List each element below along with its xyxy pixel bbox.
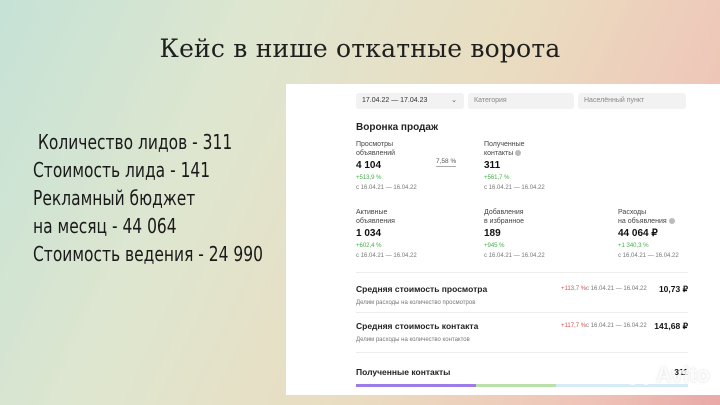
date-range-value: 17.04.22 — 17.04.23 <box>362 97 428 104</box>
metric-label: объявления <box>356 218 395 225</box>
row-change: +113,7 % <box>561 286 587 292</box>
row-title: Средняя стоимость просмотра <box>356 284 488 294</box>
bar-segment <box>476 384 556 387</box>
metric-label: Просмотры <box>356 141 393 148</box>
metric-label: объявлений <box>356 150 396 157</box>
funnel-title: Воронка продаж <box>356 122 439 133</box>
metric-period: с 16.04.21 — 16.04.22 <box>484 253 545 259</box>
metric-value: 4 104 <box>356 160 382 171</box>
watermark-text: Avito <box>655 362 710 387</box>
date-range-select[interactable]: 17.04.22 — 17.04.23 ⌄ <box>356 93 464 109</box>
chevron-down-icon: ⌄ <box>451 97 457 104</box>
row-subtitle: Делим расходы на количество просмотров <box>356 300 476 306</box>
divider <box>356 352 688 353</box>
slide-title: Кейс в нише откатные ворота <box>159 34 561 63</box>
divider <box>356 312 688 313</box>
metric-label: Активные <box>356 209 388 216</box>
help-icon[interactable] <box>668 218 675 225</box>
metric-change: +1 340,3 % <box>618 243 649 249</box>
metric-label: Расходы <box>618 209 647 216</box>
avito-logo-icon <box>626 364 653 386</box>
fact-budget-line2: на месяц - 44 064 <box>33 214 177 238</box>
divider <box>356 272 688 273</box>
metric-period: с 16.04.21 — 16.04.22 <box>484 185 545 191</box>
metric-label: контакты <box>484 149 545 158</box>
metric-contacts: Полученные контакты 311 +561,7 % с 16.04… <box>484 140 545 193</box>
category-select[interactable]: Категория <box>468 93 574 109</box>
metric-change: +561,7 % <box>484 175 510 181</box>
metric-period: с 16.04.21 — 16.04.22 <box>356 253 417 259</box>
row-period: с 16.04.21 — 16.04.22 <box>586 323 647 329</box>
metric-value: 1 034 <box>356 228 382 239</box>
location-select[interactable]: Населённый пункт <box>578 93 686 109</box>
metric-value: 311 <box>484 160 501 171</box>
fact-leads: Количество лидов - 311 <box>33 130 233 154</box>
metric-label: Полученные <box>484 141 525 148</box>
row-period: с 16.04.21 — 16.04.22 <box>586 286 647 292</box>
metric-value: 44 064 ₽ <box>618 228 658 239</box>
metric-period: с 16.04.21 — 16.04.22 <box>356 185 417 191</box>
help-icon[interactable] <box>515 150 522 157</box>
facts-list: Количество лидов - 311 Стоимость лида - … <box>33 128 263 268</box>
metric-period: с 16.04.21 — 16.04.22 <box>618 253 679 259</box>
metric-label: Добавления <box>484 209 524 216</box>
fact-budget-line1: Рекламный бюджет <box>33 186 196 210</box>
bar-segment <box>356 384 476 387</box>
row-value: 141,68 ₽ <box>654 321 688 331</box>
metric-label: на объявления <box>618 217 679 226</box>
avito-watermark: Avito <box>626 362 710 388</box>
metric-change: +602,4 % <box>356 243 382 249</box>
metric-value: 189 <box>484 228 501 239</box>
metric-views: Просмотры объявлений 4 104 +513,9 % с 16… <box>356 140 417 193</box>
row-value: 10,73 ₽ <box>658 284 688 294</box>
row-title: Полученные контакты <box>356 367 451 377</box>
conversion-rate: 7,58 % <box>436 158 457 167</box>
metric-expenses: Расходы на объявления 44 064 ₽ +1 340,3 … <box>618 208 679 261</box>
metric-favorites: Добавления в избранное 189 +945 % с 16.0… <box>484 208 545 261</box>
row-title: Средняя стоимость контакта <box>356 321 479 331</box>
stats-panel: 17.04.22 — 17.04.23 ⌄ Категория Населённ… <box>286 84 720 395</box>
fact-management-cost: Стоимость ведения - 24 990 <box>33 242 263 266</box>
fact-lead-cost: Стоимость лида - 141 <box>33 158 211 182</box>
metric-label: в избранное <box>484 218 525 225</box>
row-subtitle: Делим расходы на количество контактов <box>356 337 470 343</box>
row-change: +117,7 % <box>561 323 587 329</box>
metric-active: Активные объявления 1 034 +602,4 % с 16.… <box>356 208 417 261</box>
metric-change: +945 % <box>484 243 505 249</box>
metric-change: +513,9 % <box>356 175 382 181</box>
